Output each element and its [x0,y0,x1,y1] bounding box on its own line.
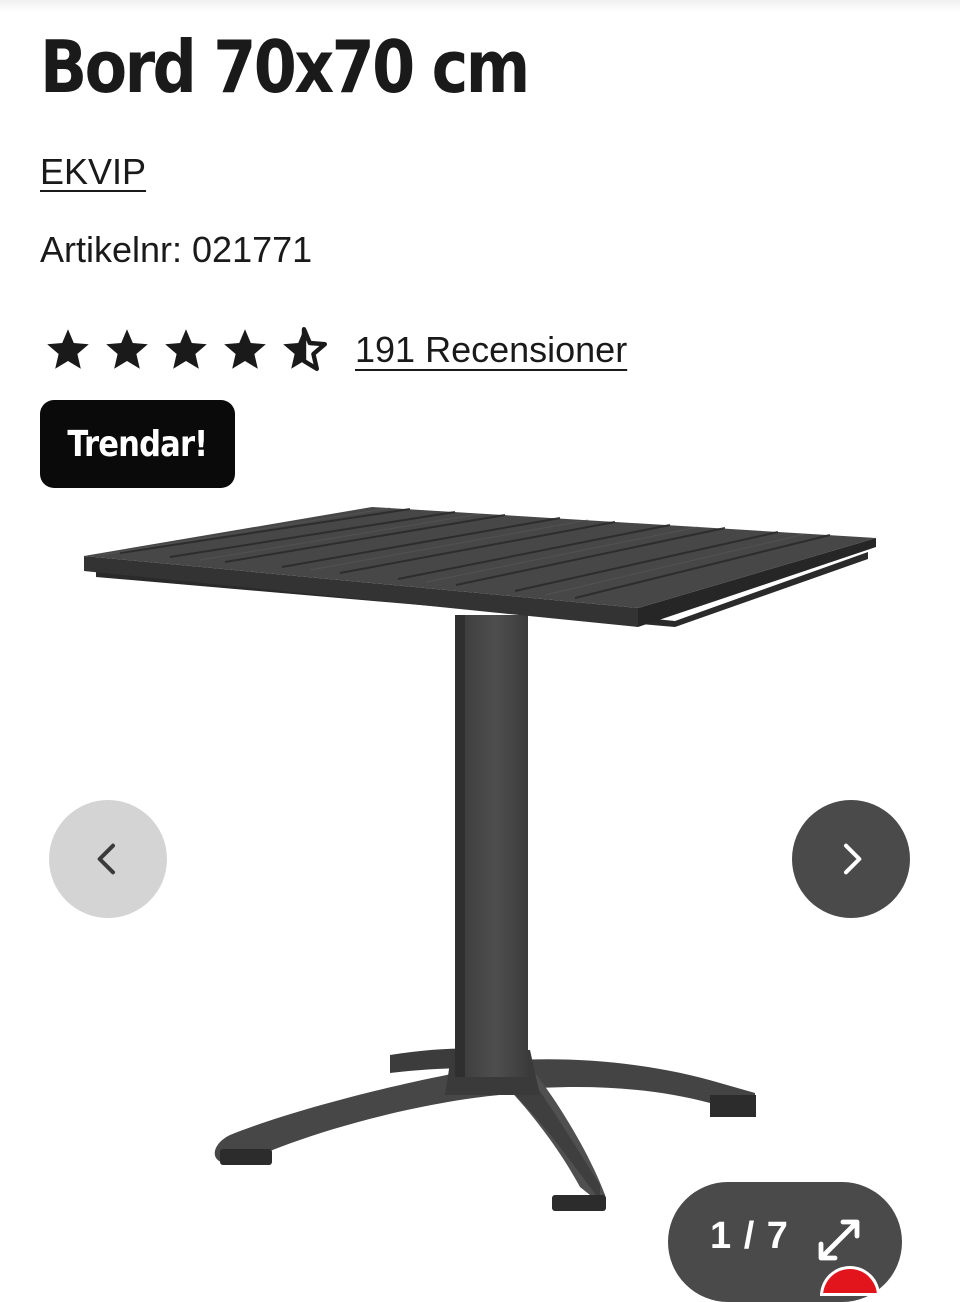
product-image-patio-table[interactable] [60,495,900,1255]
star-full-icon [165,329,207,369]
brand-link[interactable]: EKVIP [40,150,146,194]
reviews-link[interactable]: 191 Recensioner [355,328,627,372]
star-full-icon [224,329,266,369]
star-half-icon [283,327,327,371]
gallery-counter: 1 / 7 [710,1215,789,1257]
star-full-icon [47,329,89,369]
product-title: Bord 70x70 cm [40,25,530,109]
gallery-prev-button[interactable] [49,800,167,918]
trending-badge-label: Trendar! [67,423,209,465]
rating-stars [44,326,339,374]
gallery-next-button[interactable] [792,800,910,918]
chevron-right-icon [844,843,862,875]
chevron-left-icon [97,843,115,875]
star-full-icon [106,329,148,369]
product-rating: 191 Recensioner [44,324,627,376]
top-bar-shadow [0,0,960,12]
expand-icon [818,1219,860,1261]
trending-badge: Trendar! [40,400,235,488]
article-number: Artikelnr: 021771 [40,229,313,270]
